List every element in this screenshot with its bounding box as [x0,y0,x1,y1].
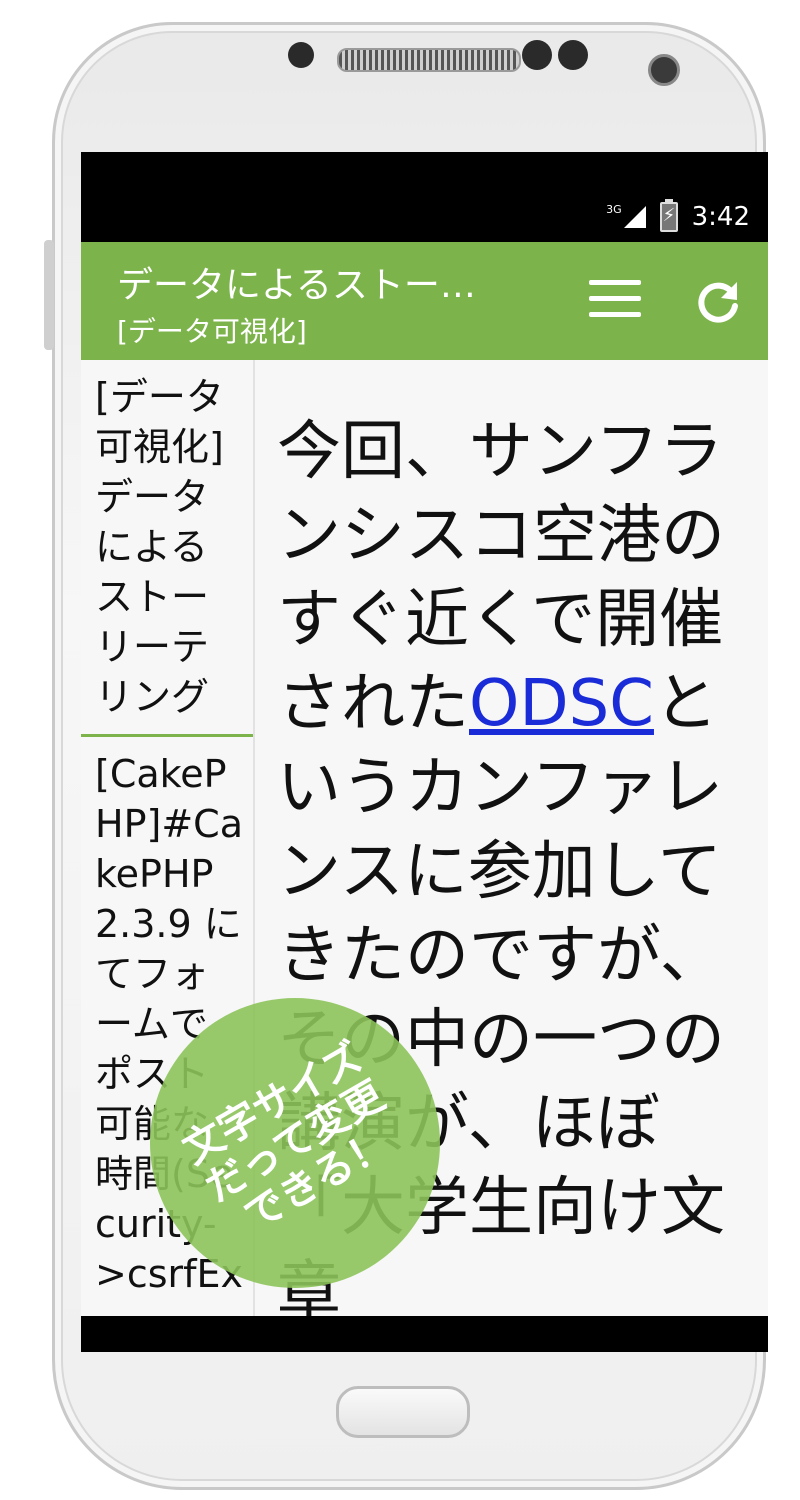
bottom-bar [81,1316,768,1352]
side-button-left [44,240,54,350]
page-subtitle: [データ可視化] [117,315,307,348]
action-bar: データによるストー… [データ可視化] [81,242,768,360]
sensor-icon [558,40,588,70]
sensor-icon [288,42,314,68]
promo-text: 文字サイズ だって変更 できる！ [136,1012,453,1271]
list-item-label: [データ可視化]データによるストーリーテリング [95,375,224,719]
odsc-link[interactable]: ODSC [469,667,654,741]
status-bar: 3G ⚡ 3:42 [81,152,768,242]
refresh-icon[interactable] [693,276,743,326]
sensor-icon [522,40,552,70]
promo-badge: 文字サイズ だって変更 できる！ [150,998,440,1288]
clock: 3:42 [691,202,750,232]
page-title: データによるストー… [117,265,476,306]
battery-icon: ⚡ [659,199,678,232]
speaker-grille [337,48,521,72]
menu-icon[interactable] [589,280,641,320]
network-type: 3G [606,202,622,216]
signal-icon [623,206,646,228]
home-button[interactable] [336,1386,470,1438]
front-camera-icon [648,54,680,86]
list-item[interactable]: [データ可視化]データによるストーリーテリング [81,360,253,737]
